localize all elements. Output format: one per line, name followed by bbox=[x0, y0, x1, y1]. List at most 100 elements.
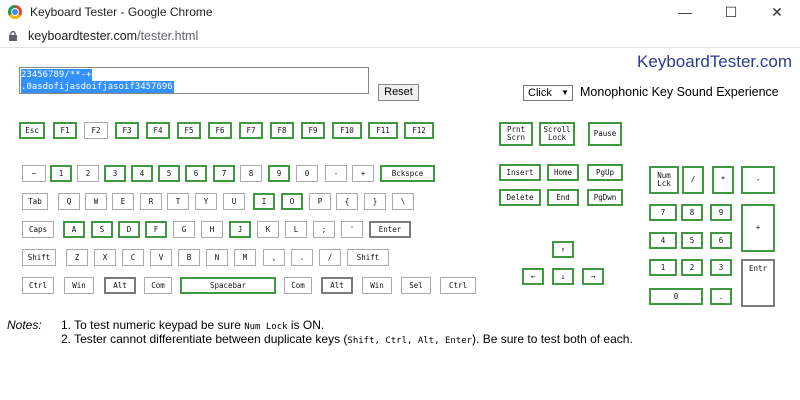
key-delete[interactable]: Delete bbox=[499, 189, 541, 206]
key-comma[interactable]: , bbox=[263, 249, 285, 266]
key-num2[interactable]: 2 bbox=[681, 259, 703, 276]
key-numdot[interactable]: . bbox=[710, 288, 732, 305]
key-pgdn[interactable]: PgDwn bbox=[587, 189, 623, 206]
key-num6[interactable]: 6 bbox=[710, 232, 732, 249]
key-prntscrn[interactable]: Prnt Scrn bbox=[499, 122, 533, 146]
url-text[interactable]: keyboardtester.com/tester.html bbox=[28, 29, 198, 43]
key-sel[interactable]: Sel bbox=[401, 277, 431, 294]
address-bar[interactable]: keyboardtester.com/tester.html bbox=[0, 25, 800, 48]
key-w[interactable]: W bbox=[85, 193, 107, 210]
key-t[interactable]: T bbox=[167, 193, 189, 210]
key-space[interactable]: Spacebar bbox=[180, 277, 276, 294]
key-f11[interactable]: F11 bbox=[368, 122, 398, 139]
key-rbrace[interactable]: } bbox=[364, 193, 386, 210]
key-numlock[interactable]: Num Lck bbox=[649, 166, 679, 194]
key-z[interactable]: Z bbox=[66, 249, 88, 266]
key-n[interactable]: N bbox=[206, 249, 228, 266]
sound-select[interactable]: Click ▼ bbox=[523, 85, 573, 101]
key-3[interactable]: 3 bbox=[104, 165, 126, 182]
key-i[interactable]: I bbox=[253, 193, 275, 210]
key-f6[interactable]: F6 bbox=[208, 122, 232, 139]
key-7[interactable]: 7 bbox=[213, 165, 235, 182]
key-f1[interactable]: F1 bbox=[53, 122, 77, 139]
key-ralt[interactable]: Alt bbox=[321, 277, 353, 294]
key-f8[interactable]: F8 bbox=[270, 122, 294, 139]
key-left[interactable]: ← bbox=[522, 268, 544, 285]
maximize-button[interactable]: ☐ bbox=[708, 0, 754, 25]
key-insert[interactable]: Insert bbox=[499, 164, 541, 181]
key-u[interactable]: U bbox=[223, 193, 245, 210]
key-num3[interactable]: 3 bbox=[710, 259, 732, 276]
key-b[interactable]: B bbox=[178, 249, 200, 266]
key-backslash[interactable]: \ bbox=[392, 193, 414, 210]
key-lcom[interactable]: Com bbox=[144, 277, 172, 294]
key-up[interactable]: ↑ bbox=[552, 241, 574, 258]
key-1[interactable]: 1 bbox=[50, 165, 72, 182]
key-caps[interactable]: Caps bbox=[22, 221, 54, 238]
key-4[interactable]: 4 bbox=[131, 165, 153, 182]
key-lbrace[interactable]: { bbox=[336, 193, 358, 210]
key-nummul[interactable]: * bbox=[712, 166, 734, 194]
key-d[interactable]: D bbox=[118, 221, 140, 238]
key-down[interactable]: ↓ bbox=[552, 268, 574, 285]
key-f9[interactable]: F9 bbox=[301, 122, 325, 139]
key-semicolon[interactable]: ; bbox=[313, 221, 335, 238]
key-h[interactable]: H bbox=[201, 221, 223, 238]
reset-button[interactable]: Reset bbox=[378, 84, 419, 101]
key-num7[interactable]: 7 bbox=[649, 204, 677, 221]
key-tilde[interactable]: ~ bbox=[22, 165, 46, 182]
key-x[interactable]: X bbox=[94, 249, 116, 266]
key-num1[interactable]: 1 bbox=[649, 259, 677, 276]
key-j[interactable]: J bbox=[229, 221, 251, 238]
key-8[interactable]: 8 bbox=[240, 165, 262, 182]
key-r[interactable]: R bbox=[140, 193, 162, 210]
key-num9[interactable]: 9 bbox=[710, 204, 732, 221]
key-pause[interactable]: Pause bbox=[588, 122, 622, 146]
key-9[interactable]: 9 bbox=[268, 165, 290, 182]
key-home[interactable]: Home bbox=[547, 164, 579, 181]
key-period[interactable]: . bbox=[291, 249, 313, 266]
key-f7[interactable]: F7 bbox=[239, 122, 263, 139]
key-numenter[interactable]: Entr bbox=[741, 259, 775, 307]
key-a[interactable]: A bbox=[63, 221, 85, 238]
key-q[interactable]: Q bbox=[58, 193, 80, 210]
key-rcom[interactable]: Com bbox=[284, 277, 312, 294]
key-g[interactable]: G bbox=[173, 221, 195, 238]
key-f2[interactable]: F2 bbox=[84, 122, 108, 139]
key-f[interactable]: F bbox=[145, 221, 167, 238]
key-f10[interactable]: F10 bbox=[332, 122, 362, 139]
key-0[interactable]: 0 bbox=[296, 165, 318, 182]
site-brand[interactable]: KeyboardTester.com bbox=[637, 52, 792, 72]
key-lshift[interactable]: Shift bbox=[22, 249, 56, 266]
key-p[interactable]: P bbox=[309, 193, 331, 210]
key-rwin[interactable]: Win bbox=[362, 277, 392, 294]
key-tab[interactable]: Tab bbox=[22, 193, 48, 210]
key-s[interactable]: S bbox=[91, 221, 113, 238]
test-textarea[interactable] bbox=[19, 67, 369, 94]
key-num4[interactable]: 4 bbox=[649, 232, 677, 249]
key-minus[interactable]: - bbox=[325, 165, 347, 182]
key-num8[interactable]: 8 bbox=[681, 204, 703, 221]
key-v[interactable]: V bbox=[150, 249, 172, 266]
key-backspace[interactable]: Bckspce bbox=[380, 165, 435, 182]
key-numminus[interactable]: - bbox=[741, 166, 775, 194]
key-e[interactable]: E bbox=[112, 193, 134, 210]
key-enter[interactable]: Enter bbox=[369, 221, 411, 238]
minimize-button[interactable]: — bbox=[662, 0, 708, 25]
key-c[interactable]: C bbox=[122, 249, 144, 266]
key-slash[interactable]: / bbox=[319, 249, 341, 266]
key-5[interactable]: 5 bbox=[158, 165, 180, 182]
key-num0[interactable]: 0 bbox=[649, 288, 703, 305]
key-lctrl[interactable]: Ctrl bbox=[22, 277, 54, 294]
key-y[interactable]: Y bbox=[195, 193, 217, 210]
key-lwin[interactable]: Win bbox=[64, 277, 94, 294]
key-scrolllock[interactable]: Scroll Lock bbox=[539, 122, 575, 146]
key-lalt[interactable]: Alt bbox=[104, 277, 136, 294]
key-pgup[interactable]: PgUp bbox=[587, 164, 623, 181]
key-6[interactable]: 6 bbox=[185, 165, 207, 182]
key-esc[interactable]: Esc bbox=[19, 122, 45, 139]
key-k[interactable]: K bbox=[257, 221, 279, 238]
key-rctrl[interactable]: Ctrl bbox=[440, 277, 476, 294]
key-numplus[interactable]: + bbox=[741, 204, 775, 252]
key-end[interactable]: End bbox=[547, 189, 579, 206]
